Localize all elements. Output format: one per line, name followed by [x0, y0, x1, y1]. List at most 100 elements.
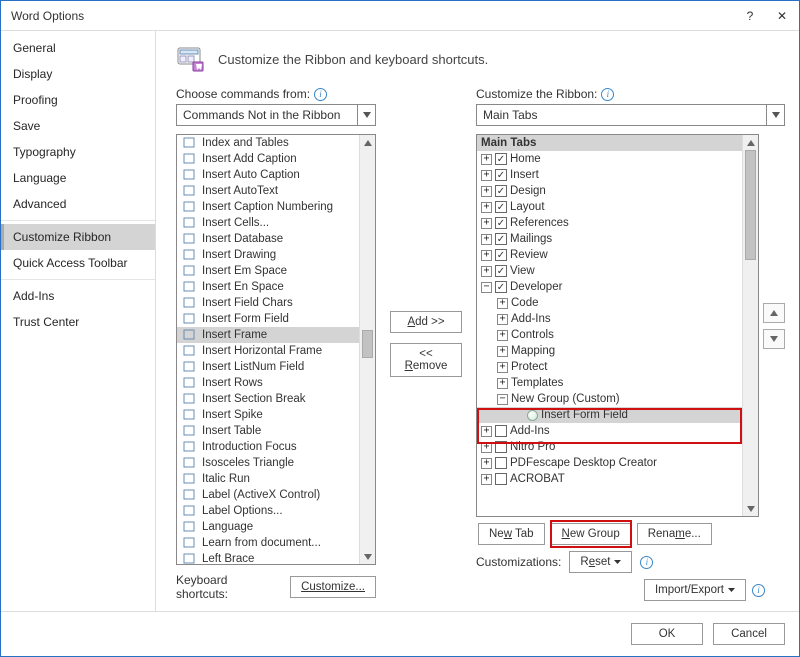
command-item[interactable]: Insert Em Space [177, 263, 359, 279]
tree-item[interactable]: +View [477, 263, 742, 279]
checkbox[interactable] [495, 281, 507, 293]
command-item[interactable]: Insert Form Field [177, 311, 359, 327]
expand-icon[interactable]: + [481, 442, 492, 453]
command-item[interactable]: Insert En Space [177, 279, 359, 295]
command-item[interactable]: Learn from document... [177, 535, 359, 551]
sidebar-item-general[interactable]: General [1, 35, 155, 61]
checkbox[interactable] [495, 169, 507, 181]
sidebar-item-add-ins[interactable]: Add-Ins [1, 283, 155, 309]
expand-icon[interactable]: + [481, 474, 492, 485]
expand-icon[interactable]: + [481, 426, 492, 437]
command-item[interactable]: Insert Section Break [177, 391, 359, 407]
tree-item[interactable]: +Add-Ins [477, 311, 742, 327]
command-item[interactable]: Insert Caption Numbering [177, 199, 359, 215]
command-item[interactable]: Insert Horizontal Frame [177, 343, 359, 359]
add-button[interactable]: Add >> [390, 311, 462, 333]
ok-button[interactable]: OK [631, 623, 703, 645]
remove-button[interactable]: << Remove [390, 343, 462, 377]
collapse-icon[interactable]: − [481, 282, 492, 293]
expand-icon[interactable]: + [497, 362, 508, 373]
checkbox[interactable] [495, 185, 507, 197]
expand-icon[interactable]: + [497, 346, 508, 357]
scroll-down-button[interactable] [743, 501, 758, 516]
command-item[interactable]: Insert Auto Caption [177, 167, 359, 183]
command-item[interactable]: Index and Tables [177, 135, 359, 151]
sidebar-item-save[interactable]: Save [1, 113, 155, 139]
tree-item[interactable]: −Developer [477, 279, 742, 295]
tree-item[interactable]: +Templates [477, 375, 742, 391]
command-item[interactable]: Insert AutoText [177, 183, 359, 199]
tree-item[interactable]: +Design [477, 183, 742, 199]
info-icon[interactable]: i [640, 556, 653, 569]
tree-item[interactable]: +Review [477, 247, 742, 263]
sidebar-item-proofing[interactable]: Proofing [1, 87, 155, 113]
tree-item[interactable]: +Code [477, 295, 742, 311]
command-item[interactable]: Introduction Focus [177, 439, 359, 455]
tree-item[interactable]: +Mailings [477, 231, 742, 247]
command-item[interactable]: Isosceles Triangle [177, 455, 359, 471]
checkbox[interactable] [495, 425, 507, 437]
tree-item[interactable]: +Protect [477, 359, 742, 375]
checkbox[interactable] [495, 249, 507, 261]
checkbox[interactable] [495, 233, 507, 245]
ribbon-tabs-select[interactable]: Main Tabs [476, 104, 785, 126]
command-item[interactable]: Insert Add Caption [177, 151, 359, 167]
command-item[interactable]: Insert Cells... [177, 215, 359, 231]
move-up-button[interactable] [763, 303, 785, 323]
info-icon[interactable]: i [752, 584, 765, 597]
tree-item[interactable]: +Nitro Pro [477, 439, 742, 455]
sidebar-item-advanced[interactable]: Advanced [1, 191, 155, 217]
expand-icon[interactable]: + [481, 250, 492, 261]
expand-icon[interactable]: + [497, 314, 508, 325]
customize-keyboard-button[interactable]: Customize... [290, 576, 376, 598]
command-item[interactable]: Insert Drawing [177, 247, 359, 263]
command-item[interactable]: Insert Table [177, 423, 359, 439]
tree-item[interactable]: +PDFescape Desktop Creator [477, 455, 742, 471]
command-item[interactable]: Insert Frame [177, 327, 359, 343]
command-item[interactable]: Left Brace [177, 551, 359, 564]
commands-listbox[interactable]: Index and TablesInsert Add CaptionInsert… [176, 134, 376, 565]
tree-item[interactable]: +ACROBAT [477, 471, 742, 487]
command-item[interactable]: Italic Run [177, 471, 359, 487]
sidebar-item-typography[interactable]: Typography [1, 139, 155, 165]
sidebar-item-display[interactable]: Display [1, 61, 155, 87]
command-item[interactable]: Language [177, 519, 359, 535]
tree-item[interactable]: −New Group (Custom) [477, 391, 742, 407]
scroll-up-button[interactable] [360, 135, 375, 150]
info-icon[interactable]: i [601, 88, 614, 101]
command-item[interactable]: Insert Spike [177, 407, 359, 423]
close-button[interactable]: ✕ [775, 9, 789, 23]
command-item[interactable]: Label Options... [177, 503, 359, 519]
expand-icon[interactable]: + [481, 218, 492, 229]
command-item[interactable]: Insert Rows [177, 375, 359, 391]
expand-icon[interactable]: + [481, 186, 492, 197]
choose-commands-select[interactable]: Commands Not in the Ribbon [176, 104, 376, 126]
command-item[interactable]: Label (ActiveX Control) [177, 487, 359, 503]
sidebar-item-customize-ribbon[interactable]: Customize Ribbon [1, 224, 155, 250]
help-button[interactable]: ? [743, 9, 757, 23]
checkbox[interactable] [495, 473, 507, 485]
scrollbar[interactable] [359, 135, 375, 564]
sidebar-item-trust-center[interactable]: Trust Center [1, 309, 155, 335]
new-tab-button[interactable]: New Tab [478, 523, 545, 545]
command-item[interactable]: Insert Field Chars [177, 295, 359, 311]
command-item[interactable]: Insert Database [177, 231, 359, 247]
expand-icon[interactable]: + [481, 170, 492, 181]
tree-item[interactable]: +Layout [477, 199, 742, 215]
tree-item[interactable]: +Mapping [477, 343, 742, 359]
tree-item[interactable]: +Controls [477, 327, 742, 343]
expand-icon[interactable]: + [481, 458, 492, 469]
expand-icon[interactable]: + [481, 154, 492, 165]
import-export-button[interactable]: Import/Export [644, 579, 746, 601]
sidebar-item-quick-access-toolbar[interactable]: Quick Access Toolbar [1, 250, 155, 276]
rename-button[interactable]: Rename... [637, 523, 712, 545]
expand-icon[interactable]: + [481, 202, 492, 213]
sidebar-item-language[interactable]: Language [1, 165, 155, 191]
checkbox[interactable] [495, 217, 507, 229]
scroll-down-button[interactable] [360, 549, 375, 564]
checkbox[interactable] [495, 265, 507, 277]
expand-icon[interactable]: + [497, 378, 508, 389]
tree-item[interactable]: +Add-Ins [477, 423, 742, 439]
checkbox[interactable] [495, 457, 507, 469]
checkbox[interactable] [495, 153, 507, 165]
